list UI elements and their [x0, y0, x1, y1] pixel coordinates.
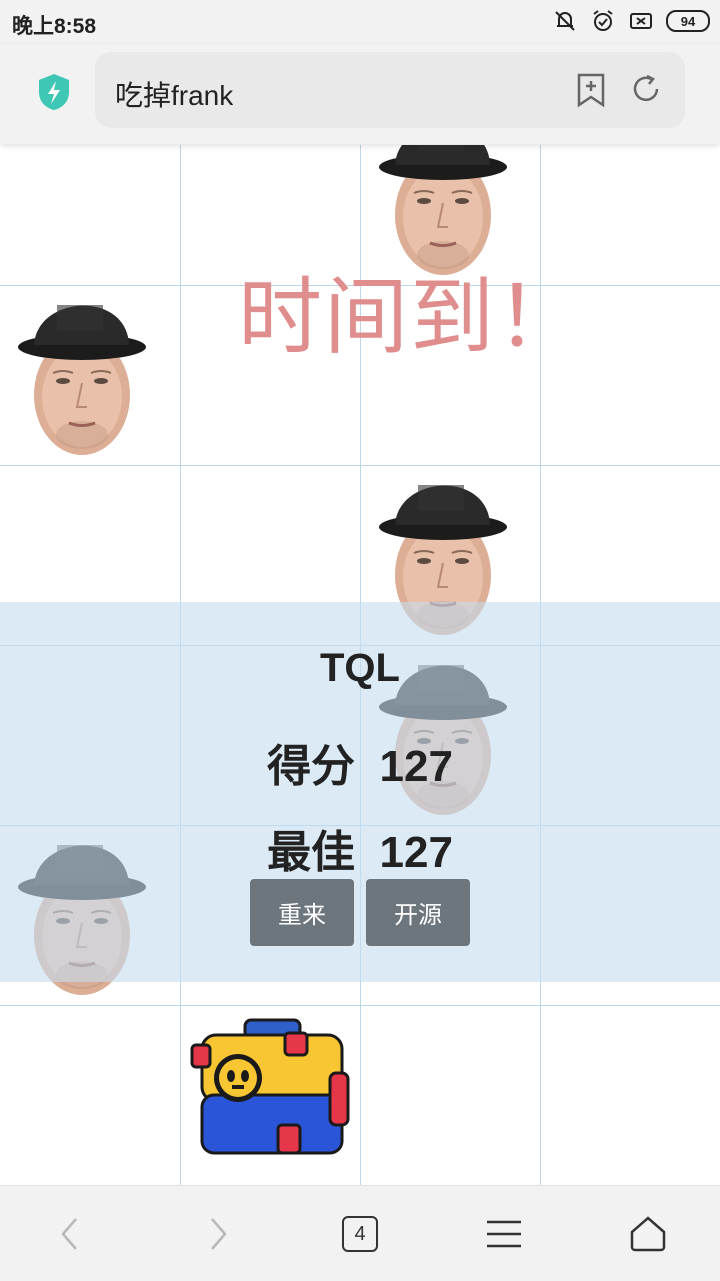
score-line: 得分 127: [0, 730, 720, 794]
status-bar: 晚上8:58 94: [0, 0, 720, 44]
status-icons: 94: [552, 8, 710, 34]
best-value: 127: [379, 828, 453, 877]
tabs-icon: 4: [342, 1216, 378, 1252]
frank-head[interactable]: [17, 285, 147, 465]
result-title: TQL: [320, 646, 400, 690]
address-bar: 吃掉frank: [0, 44, 720, 144]
back-button[interactable]: [48, 1212, 92, 1256]
shield-icon[interactable]: [36, 72, 72, 112]
menu-button[interactable]: [482, 1212, 526, 1256]
battery-icon: 94: [666, 10, 710, 32]
best-label: 最佳: [267, 828, 356, 877]
home-icon: [630, 1216, 666, 1252]
game-board[interactable]: 时间到！ TQL 得分 127 最佳 127 重来 开源: [0, 145, 720, 1185]
game-over-panel: TQL 得分 127 最佳 127 重来 开源: [0, 602, 720, 982]
bottom-nav: 4: [0, 1185, 720, 1281]
menu-icon: [487, 1220, 521, 1248]
sim-x-icon: [630, 13, 652, 29]
forward-button[interactable]: [196, 1212, 240, 1256]
open-source-button[interactable]: 开源: [366, 879, 470, 946]
back-icon: [61, 1218, 77, 1250]
url-actions: [575, 72, 663, 108]
result-buttons: 重来 开源: [250, 879, 470, 946]
status-time: 晚上8:58: [12, 15, 97, 38]
score-label: 得分: [267, 742, 356, 791]
url-text[interactable]: 吃掉frank: [115, 74, 233, 114]
times-up-text: 时间到！: [238, 268, 583, 366]
grid-line: [0, 1005, 720, 1006]
bell-off-icon: [555, 11, 575, 31]
restart-button[interactable]: 重来: [250, 879, 354, 946]
grid-line: [0, 465, 720, 466]
bookmark-add-icon[interactable]: [575, 72, 607, 108]
tabs-button[interactable]: 4: [338, 1212, 382, 1256]
refresh-icon[interactable]: [629, 72, 663, 106]
best-line: 最佳 127: [0, 816, 720, 880]
score-value: 127: [379, 742, 453, 791]
url-field[interactable]: 吃掉frank: [95, 52, 685, 128]
home-button[interactable]: [626, 1212, 670, 1256]
alarm-icon: [593, 10, 613, 31]
brawl-box-icon[interactable]: [190, 1015, 355, 1165]
forward-icon: [211, 1218, 227, 1250]
